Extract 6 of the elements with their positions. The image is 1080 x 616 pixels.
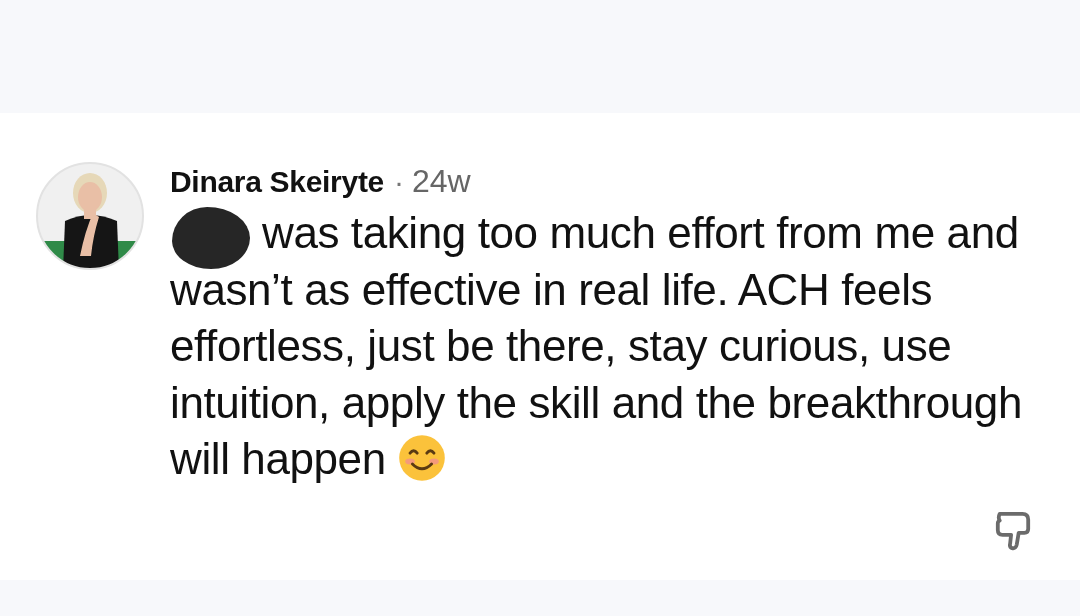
smiling-face-icon <box>397 434 446 482</box>
comment-age: 24w <box>411 163 471 200</box>
thumbs-down-icon[interactable] <box>994 509 1032 552</box>
separator-dot: · <box>393 165 404 199</box>
comment-text: was taking too much effort from me and wasn’t as effective in real life. ACH feels effortless, just be there, stay curious, use intuition, apply the skill and the breakthrough will happen <box>170 207 1023 485</box>
author-name[interactable]: Dinara Skeiryte <box>170 165 384 199</box>
